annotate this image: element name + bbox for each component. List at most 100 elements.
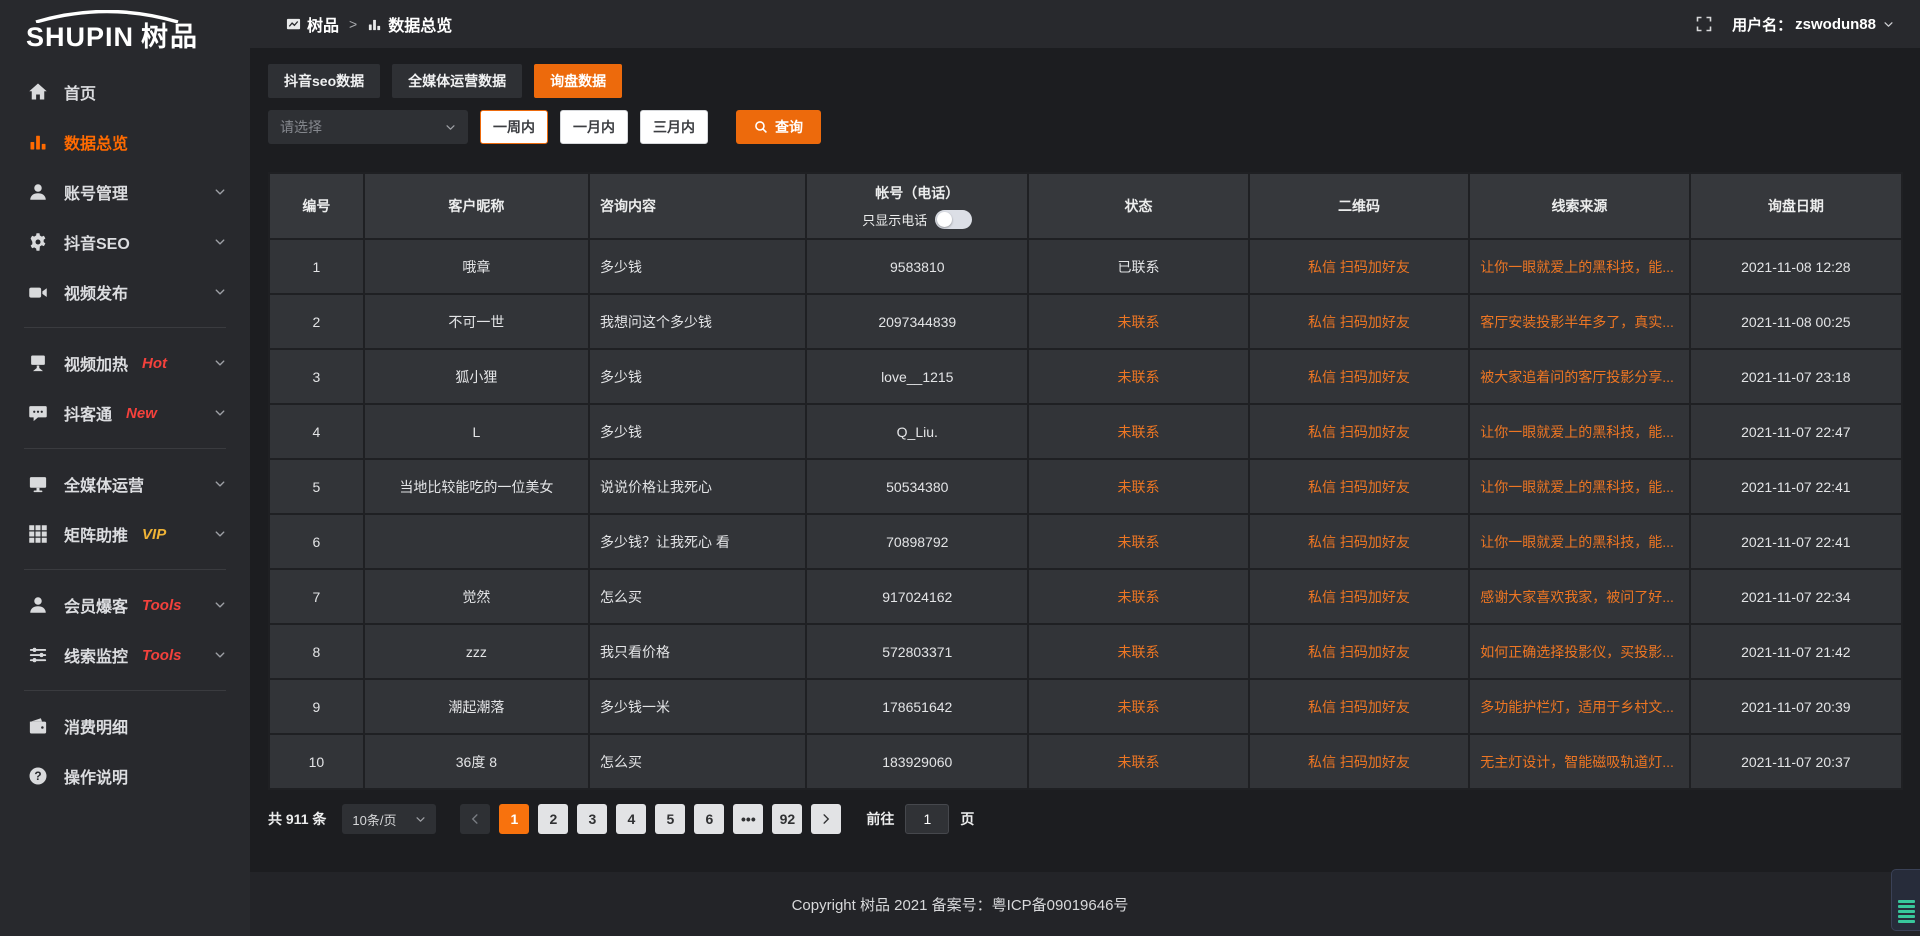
page-size-select[interactable]: 10条/页 (342, 804, 436, 834)
qr-link[interactable]: 私信 扫码加好友 (1249, 734, 1469, 789)
sidebar-item-matrix-boost[interactable]: 矩阵助推VIP (0, 509, 250, 559)
qr-link[interactable]: 私信 扫码加好友 (1249, 239, 1469, 294)
source-link[interactable]: 被大家追着问的客厅投影分享... (1469, 349, 1689, 404)
corner-widget[interactable] (1891, 869, 1920, 931)
filter-select-placeholder: 请选择 (280, 117, 322, 137)
cell-account: 572803371 (806, 624, 1028, 679)
main-content: 抖音seo数据全媒体运营数据询盘数据 请选择 一周内一月内三月内 查询 编号客户… (250, 48, 1920, 936)
footer: Copyright 树品 2021 备案号：粤ICP备09019646号 (0, 872, 1920, 936)
chevron-down-icon (214, 649, 226, 661)
source-link[interactable]: 无主灯设计，智能磁吸轨道灯... (1469, 734, 1689, 789)
qr-link[interactable]: 私信 扫码加好友 (1249, 569, 1469, 624)
range-button-week[interactable]: 一周内 (480, 110, 548, 144)
sidebar-item-video-heat[interactable]: 视频加热Hot (0, 338, 250, 388)
gear-icon (28, 232, 48, 252)
page-button-5[interactable]: 5 (655, 804, 685, 834)
qr-link[interactable]: 私信 扫码加好友 (1249, 294, 1469, 349)
cell-status: 未联系 (1028, 679, 1248, 734)
qr-link[interactable]: 私信 扫码加好友 (1249, 404, 1469, 459)
cell-date: 2021-11-07 22:47 (1690, 404, 1902, 459)
sidebar-item-douyin-seo[interactable]: 抖音SEO (0, 217, 250, 267)
cell-account: 9583810 (806, 239, 1028, 294)
sidebar-item-account-manage[interactable]: 账号管理 (0, 167, 250, 217)
goto-page-input[interactable] (905, 804, 949, 834)
fullscreen-icon[interactable] (1696, 16, 1712, 32)
tab-douyin-seo-data[interactable]: 抖音seo数据 (268, 64, 380, 98)
source-link[interactable]: 让你一眼就爱上的黑科技，能... (1469, 404, 1689, 459)
source-link[interactable]: 感谢大家喜欢我家，被问了好... (1469, 569, 1689, 624)
filter-select[interactable]: 请选择 (268, 110, 468, 144)
sidebar-item-video-publish[interactable]: 视频发布 (0, 267, 250, 317)
chevron-down-icon (445, 122, 456, 133)
page-button-2[interactable]: 2 (538, 804, 568, 834)
column-header: 咨询内容 (589, 173, 806, 239)
cell-no: 9 (269, 679, 364, 734)
screen-icon (28, 353, 48, 373)
tab-inquiry-data[interactable]: 询盘数据 (534, 64, 622, 98)
inquiry-table: 编号客户昵称咨询内容帐号（电话）只显示电话状态二维码线索来源询盘日期 1哦章多少… (268, 172, 1903, 790)
page-button-4[interactable]: 4 (616, 804, 646, 834)
total-count: 共 911 条 (268, 809, 326, 829)
query-button[interactable]: 查询 (736, 110, 821, 144)
cell-account: 2097344839 (806, 294, 1028, 349)
username: zswodun88 (1795, 16, 1876, 33)
sidebar-item-member-baoke[interactable]: 会员爆客Tools (0, 580, 250, 630)
tab-media-operation-data[interactable]: 全媒体运营数据 (392, 64, 522, 98)
column-header: 编号 (269, 173, 364, 239)
chevron-down-icon (214, 478, 226, 490)
qr-link[interactable]: 私信 扫码加好友 (1249, 459, 1469, 514)
column-header: 线索来源 (1469, 173, 1689, 239)
column-header: 客户昵称 (364, 173, 589, 239)
cell-date: 2021-11-07 20:39 (1690, 679, 1902, 734)
sidebar-item-home[interactable]: 首页 (0, 67, 250, 117)
username-label: 用户名： (1732, 14, 1792, 35)
prev-page-button[interactable] (460, 804, 490, 834)
cell-no: 10 (269, 734, 364, 789)
sidebar-item-op-guide[interactable]: ?操作说明 (0, 751, 250, 801)
page-button-6[interactable]: 6 (694, 804, 724, 834)
page-button-3[interactable]: 3 (577, 804, 607, 834)
chat-icon (28, 403, 48, 423)
next-page-button[interactable] (811, 804, 841, 834)
cell-date: 2021-11-08 00:25 (1690, 294, 1902, 349)
qr-link[interactable]: 私信 扫码加好友 (1249, 349, 1469, 404)
cell-nickname: 36度 8 (364, 734, 589, 789)
qr-link[interactable]: 私信 扫码加好友 (1249, 514, 1469, 569)
sidebar-divider (24, 569, 226, 570)
search-icon (754, 120, 768, 134)
sidebar-item-data-overview[interactable]: 数据总览 (0, 117, 250, 167)
chevron-down-icon (214, 186, 226, 198)
page-button-92[interactable]: 92 (772, 804, 802, 834)
table-row: 5当地比较能吃的一位美女说说价格让我死心50534380未联系私信 扫码加好友让… (269, 459, 1902, 514)
sidebar-item-consume-detail[interactable]: 消费明细 (0, 701, 250, 751)
question-icon: ? (28, 766, 48, 786)
app-icon (286, 17, 301, 32)
breadcrumb-item-home[interactable]: 树品 (286, 12, 339, 36)
breadcrumb-label: 数据总览 (388, 12, 452, 36)
user-menu[interactable]: 用户名：zswodun88 (1732, 14, 1894, 35)
source-link[interactable]: 如何正确选择投影仪，买投影... (1469, 624, 1689, 679)
sidebar-item-label: 线索监控 (64, 643, 128, 667)
sidebar-item-clue-monitor[interactable]: 线索监控Tools (0, 630, 250, 680)
sidebar-item-douketong[interactable]: 抖客通New (0, 388, 250, 438)
sidebar-divider (24, 448, 226, 449)
cell-status: 未联系 (1028, 734, 1248, 789)
qr-link[interactable]: 私信 扫码加好友 (1249, 679, 1469, 734)
qr-link[interactable]: 私信 扫码加好友 (1249, 624, 1469, 679)
source-link[interactable]: 让你一眼就爱上的黑科技，能... (1469, 239, 1689, 294)
source-link[interactable]: 让你一眼就爱上的黑科技，能... (1469, 514, 1689, 569)
range-button-month[interactable]: 一月内 (560, 110, 628, 144)
page-ellipsis[interactable]: ••• (733, 804, 763, 834)
source-link[interactable]: 多功能护栏灯，适用于乡村文... (1469, 679, 1689, 734)
sidebar-item-media-operation[interactable]: 全媒体运营 (0, 459, 250, 509)
phone-toggle[interactable] (935, 210, 972, 229)
breadcrumb-item-current[interactable]: 数据总览 (367, 12, 452, 36)
sidebar-divider (24, 690, 226, 691)
cell-content: 怎么买 (589, 569, 806, 624)
filter-bar: 请选择 一周内一月内三月内 查询 (268, 110, 1903, 144)
cell-date: 2021-11-07 20:37 (1690, 734, 1902, 789)
source-link[interactable]: 客厅安装投影半年多了，真实... (1469, 294, 1689, 349)
page-button-1[interactable]: 1 (499, 804, 529, 834)
source-link[interactable]: 让你一眼就爱上的黑科技，能... (1469, 459, 1689, 514)
range-button-quarter[interactable]: 三月内 (640, 110, 708, 144)
